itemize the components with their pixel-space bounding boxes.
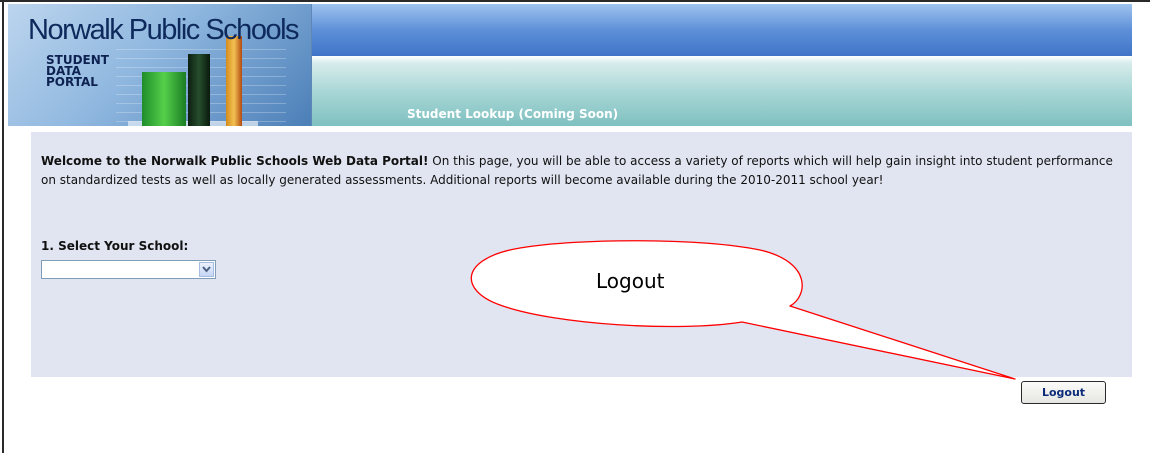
nav-student-lookup[interactable]: Student Lookup (Coming Soon) xyxy=(407,107,618,121)
frame-left-border xyxy=(2,0,4,453)
school-select[interactable] xyxy=(41,260,216,279)
portal-logo: Norwalk Public Schools STUDENT DATA PORT… xyxy=(8,4,312,126)
logo-subtitle-line: PORTAL xyxy=(46,75,98,89)
select-dropdown-button[interactable] xyxy=(199,262,214,277)
chevron-down-icon xyxy=(202,266,211,273)
frame-top-border xyxy=(0,0,1150,2)
main-content-panel: Welcome to the Norwalk Public Schools We… xyxy=(31,132,1132,377)
logout-button[interactable]: Logout xyxy=(1021,381,1106,404)
logo-subtitle: STUDENT DATA PORTAL xyxy=(46,54,109,89)
welcome-heading: Welcome to the Norwalk Public Schools We… xyxy=(41,154,429,168)
page-header: Norwalk Public Schools STUDENT DATA PORT… xyxy=(8,4,1132,126)
logo-bar-green xyxy=(142,72,186,126)
welcome-message: Welcome to the Norwalk Public Schools We… xyxy=(41,152,1126,190)
logo-title: Norwalk Public Schools xyxy=(28,14,300,46)
logo-bar-red xyxy=(226,36,242,126)
callout-text: Logout xyxy=(596,269,665,293)
logo-bar-dark xyxy=(188,54,210,126)
school-select-label: 1. Select Your School: xyxy=(41,239,189,253)
